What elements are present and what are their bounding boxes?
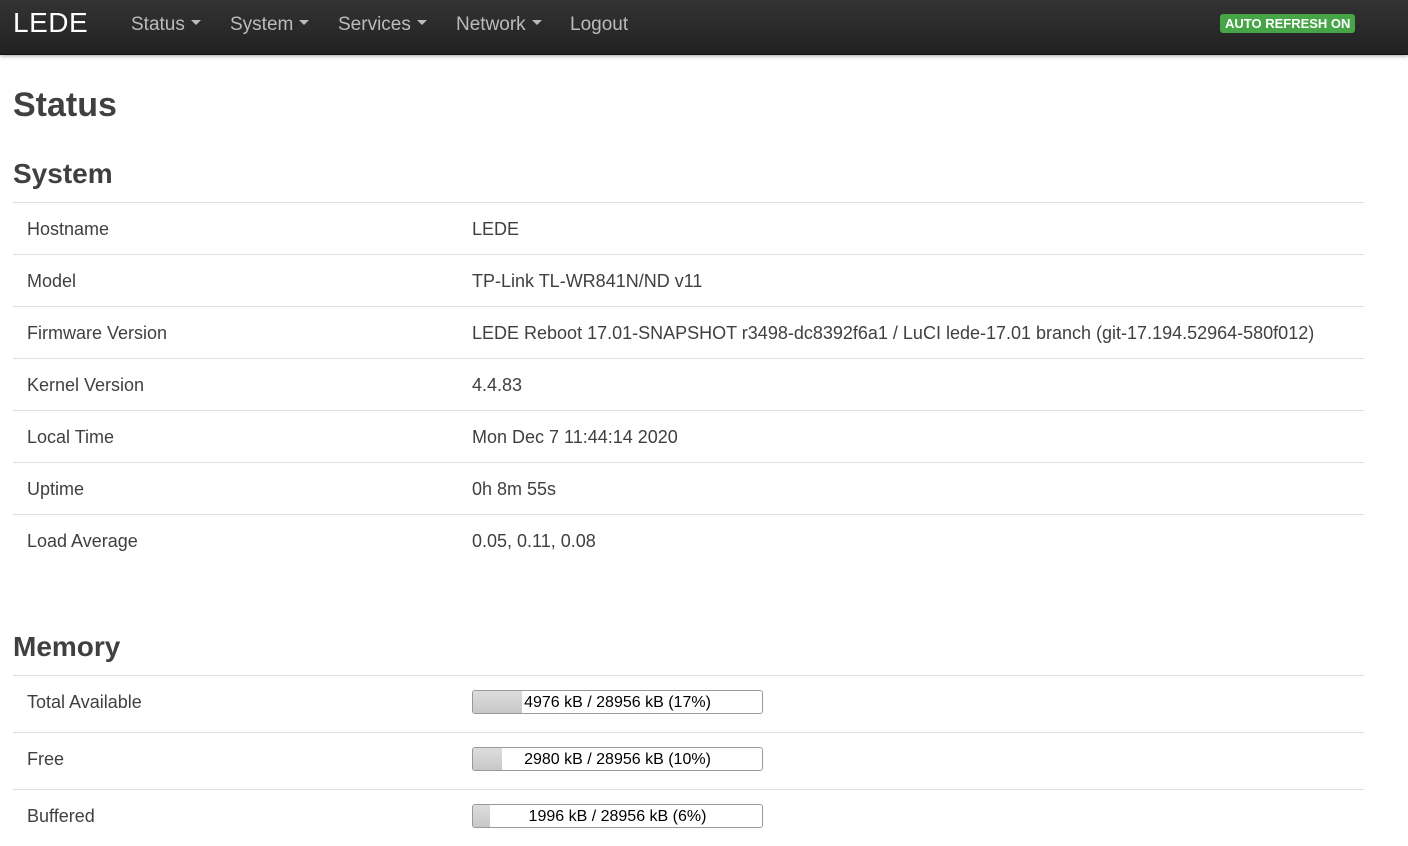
row-label: Buffered xyxy=(27,806,95,826)
auto-refresh-badge[interactable]: AUTO REFRESH ON xyxy=(1220,14,1356,33)
row-label: Firmware Version xyxy=(27,323,168,343)
chevron-down-icon xyxy=(416,20,427,26)
table-row-hostname: Hostname LEDE xyxy=(13,202,1364,254)
nav-menu-system[interactable]: System xyxy=(230,14,310,36)
nav-menu-system-label: System xyxy=(230,14,294,35)
memory-section-title: Memory xyxy=(13,631,121,662)
nav-menu-network-label: Network xyxy=(456,14,526,35)
nav-menu-status[interactable]: Status xyxy=(131,14,201,36)
top-navbar: LEDE Status System Services Network Logo… xyxy=(0,0,1408,55)
row-value: 4.4.83 xyxy=(472,375,523,395)
table-row-buffered: Buffered 1996 kB / 28956 kB (6%) xyxy=(13,789,1364,846)
row-value: LEDE xyxy=(472,219,520,239)
memory-progress-bar: 2980 kB / 28956 kB (10%) xyxy=(472,747,763,771)
row-value: TP-Link TL-WR841N/ND v11 xyxy=(472,271,703,291)
row-value: Mon Dec 7 11:44:14 2020 xyxy=(472,427,678,447)
memory-progress-bar: 4976 kB / 28956 kB (17%) xyxy=(472,690,763,714)
row-value: 0h 8m 55s xyxy=(472,479,557,499)
row-label: Total Available xyxy=(27,692,142,712)
chevron-down-icon xyxy=(190,20,201,26)
chevron-down-icon xyxy=(299,20,310,26)
row-label: Load Average xyxy=(27,531,138,551)
table-row-free: Free 2980 kB / 28956 kB (10%) xyxy=(13,732,1364,789)
table-row-load-average: Load Average 0.05, 0.11, 0.08 xyxy=(13,514,1364,566)
progress-text: 2980 kB / 28956 kB (10%) xyxy=(524,751,711,768)
progress-text: 4976 kB / 28956 kB (17%) xyxy=(524,694,711,711)
nav-menu-status-label: Status xyxy=(131,14,185,35)
row-value: LEDE Reboot 17.01-SNAPSHOT r3498-dc8392f… xyxy=(472,323,1315,343)
table-row-total-available: Total Available 4976 kB / 28956 kB (17%) xyxy=(13,675,1364,732)
table-row-uptime: Uptime 0h 8m 55s xyxy=(13,462,1364,514)
table-row-local-time: Local Time Mon Dec 7 11:44:14 2020 xyxy=(13,410,1364,462)
system-section-title: System xyxy=(13,158,113,189)
memory-progress-bar: 1996 kB / 28956 kB (6%) xyxy=(472,804,763,828)
row-label: Model xyxy=(27,271,77,291)
row-label: Uptime xyxy=(27,479,85,499)
brand-logo[interactable]: LEDE xyxy=(13,7,88,39)
row-label: Kernel Version xyxy=(27,375,145,395)
table-row-model: Model TP-Link TL-WR841N/ND v11 xyxy=(13,254,1364,306)
nav-menu-services[interactable]: Services xyxy=(338,14,427,36)
row-label: Hostname xyxy=(27,219,110,239)
nav-logout-link[interactable]: Logout xyxy=(570,14,628,36)
chevron-down-icon xyxy=(531,20,542,26)
table-row-firmware-version: Firmware Version LEDE Reboot 17.01-SNAPS… xyxy=(13,306,1364,358)
nav-menu-network[interactable]: Network xyxy=(456,14,542,36)
row-label: Free xyxy=(27,749,65,769)
nav-menu-services-label: Services xyxy=(338,14,411,35)
row-label: Local Time xyxy=(27,427,115,447)
page-title: Status xyxy=(13,86,117,124)
memory-info-table: Total Available 4976 kB / 28956 kB (17%)… xyxy=(13,675,1364,846)
table-row-kernel-version: Kernel Version 4.4.83 xyxy=(13,358,1364,410)
progress-text: 1996 kB / 28956 kB (6%) xyxy=(528,808,707,825)
row-value: 0.05, 0.11, 0.08 xyxy=(472,531,596,551)
system-info-table: Hostname LEDE Model TP-Link TL-WR841N/ND… xyxy=(13,202,1364,566)
